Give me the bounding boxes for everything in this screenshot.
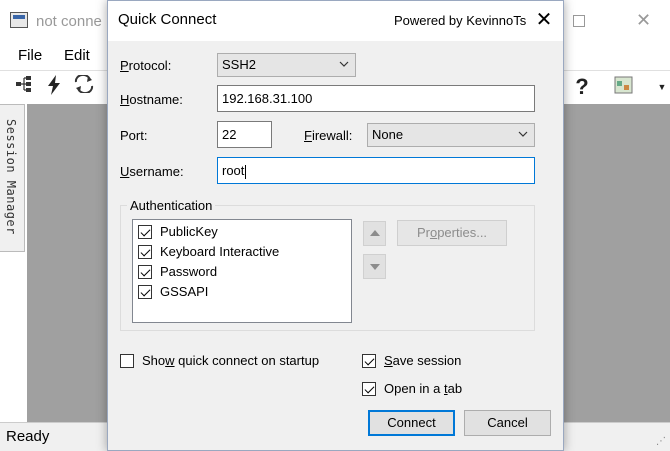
triangle-down-icon bbox=[369, 264, 380, 270]
firewall-value: None bbox=[372, 127, 404, 142]
background-window-title: not conne bbox=[36, 13, 102, 30]
menu-edit[interactable]: Edit bbox=[64, 47, 90, 64]
hostname-label: Hostname: bbox=[120, 92, 183, 107]
quick-connect-dialog: Quick Connect Powered by KevinnoTs ✕ Pro… bbox=[107, 0, 564, 451]
list-item-keyboard-interactive[interactable]: Keyboard Interactive bbox=[138, 243, 279, 261]
chevron-down-icon bbox=[518, 124, 528, 154]
triangle-up-icon bbox=[369, 230, 380, 236]
open-in-tab-checkbox[interactable] bbox=[362, 381, 376, 396]
username-value: root bbox=[222, 163, 245, 178]
session-manager-label: Session Manager bbox=[4, 119, 18, 235]
list-item-label: GSSAPI bbox=[160, 284, 209, 299]
port-input[interactable]: 22 bbox=[217, 121, 272, 148]
dialog-titlebar[interactable]: Quick Connect Powered by KevinnoTs ✕ bbox=[108, 1, 563, 41]
text-caret bbox=[245, 164, 247, 179]
help-icon[interactable]: ? bbox=[570, 75, 594, 99]
firewall-label: Firewall: bbox=[304, 128, 353, 143]
cancel-button[interactable]: Cancel bbox=[464, 410, 551, 436]
palette-icon[interactable] bbox=[612, 75, 636, 99]
status-text: Ready bbox=[6, 428, 50, 445]
close-icon[interactable]: ✕ bbox=[532, 7, 556, 33]
chevron-down-icon bbox=[339, 54, 349, 84]
session-manager-tab[interactable]: Session Manager bbox=[0, 104, 25, 252]
protocol-value: SSH2 bbox=[222, 57, 256, 72]
connect-button[interactable]: Connect bbox=[368, 410, 455, 436]
close-icon[interactable]: ✕ bbox=[636, 10, 651, 31]
protocol-label: Protocol: bbox=[120, 58, 172, 73]
firewall-select[interactable]: None bbox=[367, 123, 535, 147]
checkbox-password[interactable] bbox=[138, 264, 152, 279]
save-session-option[interactable]: Save session bbox=[362, 353, 461, 369]
resize-grip-icon[interactable]: ⋰ bbox=[656, 436, 666, 447]
port-label: Port: bbox=[120, 128, 148, 143]
move-down-button[interactable] bbox=[363, 254, 386, 279]
show-on-startup-option[interactable]: Show quick connect on startup bbox=[120, 353, 319, 369]
powered-by-text: Powered by KevinnoTs bbox=[394, 13, 527, 28]
hostname-input[interactable]: 192.168.31.100 bbox=[217, 85, 535, 112]
save-session-checkbox[interactable] bbox=[362, 353, 376, 368]
reconnect-icon[interactable] bbox=[72, 73, 96, 99]
username-label: Username: bbox=[120, 164, 184, 179]
authentication-legend: Authentication bbox=[127, 198, 216, 213]
show-on-startup-checkbox[interactable] bbox=[120, 353, 134, 368]
checkbox-keyboard-interactive[interactable] bbox=[138, 244, 152, 259]
properties-button[interactable]: Properties... bbox=[397, 220, 507, 246]
checkbox-gssapi[interactable] bbox=[138, 284, 152, 299]
list-item-label: Keyboard Interactive bbox=[160, 244, 280, 259]
tree-icon[interactable] bbox=[12, 75, 36, 99]
list-item-label: Password bbox=[160, 264, 218, 279]
protocol-select[interactable]: SSH2 bbox=[217, 53, 356, 77]
list-item-password[interactable]: Password bbox=[138, 263, 217, 281]
sidebar-strip bbox=[0, 252, 27, 422]
checkbox-publickey[interactable] bbox=[138, 224, 152, 239]
list-item-gssapi[interactable]: GSSAPI bbox=[138, 283, 208, 301]
username-input[interactable]: root bbox=[217, 157, 535, 184]
list-item-label: PublicKey bbox=[160, 224, 218, 239]
list-item-publickey[interactable]: PublicKey bbox=[138, 223, 218, 241]
move-up-button[interactable] bbox=[363, 221, 386, 246]
dialog-title: Quick Connect bbox=[118, 11, 217, 28]
authentication-list[interactable]: PublicKey Keyboard Interactive Password … bbox=[132, 219, 352, 323]
restore-icon[interactable] bbox=[573, 15, 585, 27]
dropdown-arrow-icon[interactable]: ▼ bbox=[650, 75, 670, 99]
lightning-icon[interactable] bbox=[42, 75, 66, 99]
menu-file[interactable]: File bbox=[18, 47, 42, 64]
open-in-tab-option[interactable]: Open in a tab bbox=[362, 381, 462, 397]
app-icon bbox=[10, 12, 28, 28]
